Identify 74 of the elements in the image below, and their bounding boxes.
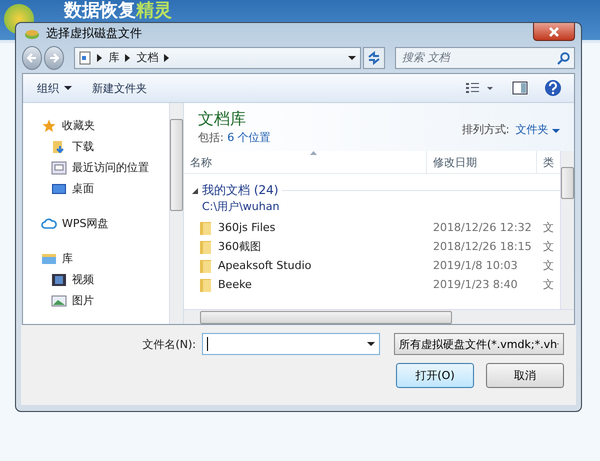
monitor-icon <box>51 182 67 196</box>
window-title: 选择虚拟磁盘文件 <box>46 25 142 42</box>
scrollbar[interactable] <box>560 151 574 310</box>
file-name[interactable]: 360截图 <box>184 239 427 254</box>
collapse-icon <box>192 188 198 194</box>
breadcrumb-item[interactable]: 文档 <box>136 50 158 66</box>
chevron-icon <box>125 54 130 62</box>
breadcrumb-item[interactable]: 库 <box>108 50 120 66</box>
refresh-arrows-icon <box>367 50 382 65</box>
search-icon <box>556 52 570 65</box>
app-title: 数据恢复精灵 <box>64 0 172 22</box>
sort-arrow-icon <box>310 151 317 156</box>
nav-item[interactable]: WPS网盘 <box>23 213 169 234</box>
dropdown-arrow-icon[interactable] <box>348 56 356 60</box>
file-name[interactable]: Beeke <box>184 278 427 292</box>
column-header[interactable]: 修改日期 <box>427 151 537 174</box>
library-title: 文档库 <box>198 109 247 130</box>
nav-item[interactable]: 桌面 <box>23 178 169 200</box>
close-button[interactable] <box>533 23 575 41</box>
document-icon <box>79 50 92 65</box>
filename-label: 文件名(N): <box>142 336 196 352</box>
cancel-button[interactable]: 取消 <box>486 363 564 388</box>
table-cell-text: 文 <box>542 239 555 254</box>
group-header[interactable]: 我的文档 (24) <box>192 182 560 200</box>
nav-item[interactable]: 下载 <box>23 136 169 158</box>
column-header[interactable]: 类 <box>537 151 559 174</box>
dropdown-arrow-icon <box>64 86 72 90</box>
disk-icon <box>24 28 40 40</box>
horizontal-scrollbar[interactable] <box>184 309 574 324</box>
table-cell-text: 文 <box>542 258 555 274</box>
arrange-label: 排列方式: <box>462 122 510 137</box>
back-arrow-icon <box>26 52 38 64</box>
nav-item[interactable]: 收藏夹 <box>23 115 169 136</box>
nav-item[interactable]: 视频 <box>23 269 169 290</box>
arrange-dropdown[interactable]: 文件夹 <box>516 122 560 137</box>
file-name[interactable]: Apeaksoft Studio <box>184 258 427 273</box>
table-cell-text: 文 <box>542 220 555 236</box>
nav-item[interactable]: 最近访问的位置 <box>23 157 169 178</box>
file-type-dropdown[interactable]: 所有虚拟硬盘文件(*.vmdk;*.vh <box>394 333 564 356</box>
picture-icon <box>51 294 67 308</box>
folder-icon <box>41 252 57 266</box>
forward-arrow-icon <box>48 52 60 64</box>
filename-field[interactable] <box>202 333 380 356</box>
cloud-icon <box>41 218 57 230</box>
new-folder-button[interactable]: 新建文件夹 <box>86 78 153 98</box>
file-name[interactable]: 360js Files <box>184 220 427 235</box>
folder-icon <box>200 220 212 235</box>
back-button[interactable] <box>22 46 42 70</box>
folder-icon <box>200 258 212 273</box>
locations-link[interactable]: 6 个位置 <box>227 131 271 144</box>
nav-item[interactable]: 库 <box>23 248 169 270</box>
close-icon <box>548 26 560 36</box>
modified-date: 2018/12/26 18:15 <box>432 240 533 254</box>
chevron-icon <box>164 54 170 62</box>
folder-icon <box>200 240 212 254</box>
modified-date: 2018/12/26 12:32 <box>432 221 533 234</box>
dropdown-arrow-icon <box>367 342 375 346</box>
scrollbar[interactable] <box>169 103 183 324</box>
address-bar[interactable]: 库 文档 <box>74 46 362 69</box>
modified-date: 2019/1/8 10:03 <box>432 259 519 272</box>
refresh-button[interactable] <box>363 46 385 69</box>
nav-item[interactable]: 图片 <box>23 290 169 312</box>
includes-label: 包括: <box>198 131 224 144</box>
folder-icon <box>200 278 212 292</box>
open-button[interactable]: 打开(O) <box>396 363 474 388</box>
chevron-icon <box>97 54 102 62</box>
dropdown-arrow-icon <box>552 128 560 133</box>
table-cell-text: 文 <box>542 277 555 292</box>
search-field[interactable]: 搜索 文档 <box>394 46 575 69</box>
organize-button[interactable]: 组织 <box>31 78 78 98</box>
star-icon <box>41 118 57 133</box>
forward-button[interactable] <box>44 46 64 70</box>
group-path: C:\用户\wuhan <box>201 199 280 214</box>
modified-date: 2019/1/23 8:40 <box>432 278 519 292</box>
